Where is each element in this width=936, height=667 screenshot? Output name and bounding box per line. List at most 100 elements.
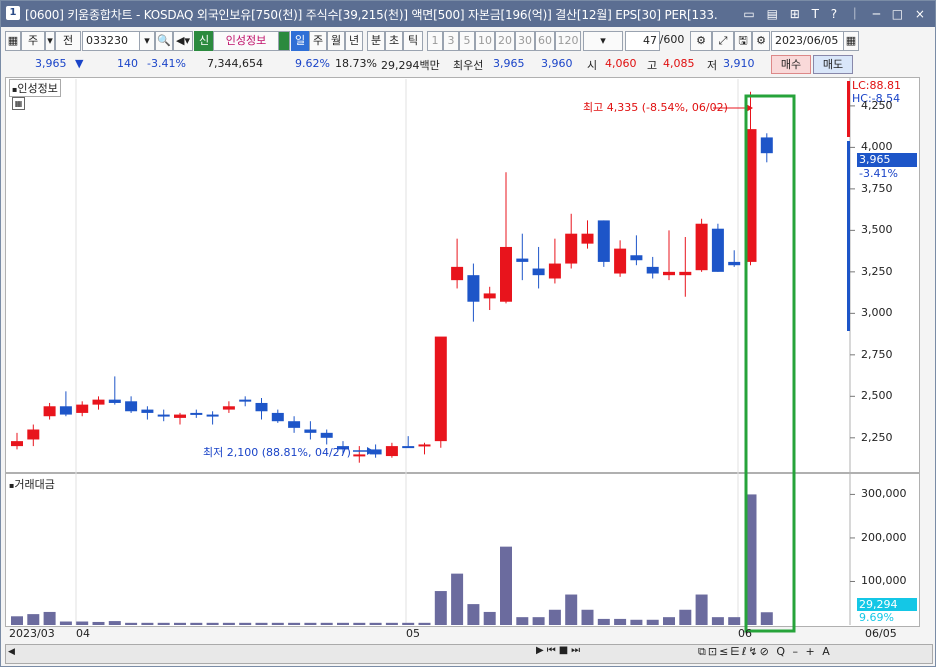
- volume-bar: [646, 619, 659, 625]
- volume-bar: [434, 591, 447, 625]
- x-label-05: 05: [406, 627, 420, 640]
- volume-bar: [548, 609, 561, 625]
- price-tick-label: 2,500: [861, 389, 893, 403]
- volume-bar: [516, 617, 529, 625]
- volume-bar: [614, 618, 627, 625]
- volume-bar: [141, 622, 154, 625]
- scroll-left-icon[interactable]: ◀: [8, 647, 15, 657]
- current-rate-marker: -3.41%: [859, 167, 898, 180]
- volume-bar: [728, 617, 741, 625]
- volume-bar: [711, 617, 724, 625]
- volume-bar: [630, 619, 643, 625]
- volume-bar: [467, 604, 480, 625]
- volume-bar: [597, 618, 610, 625]
- candle-body: [190, 412, 203, 415]
- x-label-04: 04: [76, 627, 90, 640]
- candle-body: [597, 220, 610, 262]
- current-price-marker: 3,965: [857, 153, 917, 167]
- candle-body: [483, 293, 496, 299]
- volume-bar: [222, 622, 235, 625]
- candle-body: [304, 429, 317, 433]
- price-tick-label: 3,750: [861, 181, 893, 195]
- candle-body: [646, 266, 659, 274]
- candle-body: [239, 399, 252, 402]
- candle-body: [630, 255, 643, 261]
- volume-bar: [27, 614, 40, 625]
- volume-bar: [271, 622, 284, 625]
- chart-tools-icons[interactable]: ⧉⊡≤⋿ℓ↯⊘ Q – + A: [698, 645, 926, 661]
- candle-body: [728, 261, 741, 266]
- chart-window: 1 [0600] 키움종합차트 - KOSDAQ 외국인보유[750(천)] 주…: [0, 0, 936, 667]
- volume-bar: [157, 622, 170, 625]
- volume-bar: [385, 622, 398, 625]
- hc-range-bar: [847, 141, 850, 331]
- candle-body: [92, 399, 105, 405]
- horizontal-scrollbar[interactable]: ◀ ▶⏮■⏭ ⧉⊡≤⋿ℓ↯⊘ Q – + A: [5, 644, 933, 664]
- volume-bar: [288, 622, 301, 625]
- candle-body: [157, 414, 170, 417]
- volume-bar: [337, 622, 349, 625]
- volume-bar: [695, 594, 708, 625]
- volume-bar: [663, 617, 675, 625]
- candle-body: [108, 399, 121, 403]
- volume-bar: [581, 609, 594, 625]
- candle-body: [581, 233, 594, 244]
- volume-bar: [369, 622, 382, 625]
- lc-label: LC:88.81: [852, 79, 902, 92]
- x-label-06: 06: [738, 627, 752, 640]
- candle-body: [532, 268, 545, 276]
- current-volume-rate: 9.69%: [859, 611, 894, 624]
- candle-body: [59, 406, 72, 415]
- volume-bar: [125, 622, 138, 625]
- chart-canvas[interactable]: [1, 1, 936, 641]
- volume-bar: [255, 622, 268, 625]
- x-label-2023-03: 2023/03: [9, 627, 55, 640]
- volume-bar: [108, 621, 121, 625]
- candle-body: [434, 336, 447, 442]
- current-volume-marker: 29,294: [857, 598, 917, 611]
- price-tick-label: 3,000: [861, 306, 893, 320]
- candle-body: [174, 414, 186, 418]
- candle-body: [288, 421, 301, 428]
- candle-body: [27, 429, 40, 440]
- volume-bar: [304, 622, 317, 625]
- candle-body: [679, 271, 692, 276]
- candle-body: [500, 246, 512, 302]
- volume-bar: [239, 622, 252, 625]
- volume-bar: [483, 611, 496, 625]
- playback-controls[interactable]: ▶⏮■⏭: [536, 645, 616, 661]
- candle-body: [271, 412, 284, 422]
- candle-body: [451, 266, 464, 281]
- candle-body: [467, 275, 480, 302]
- lc-range-bar: [847, 81, 850, 137]
- candle-body: [385, 446, 398, 457]
- candle-body: [255, 402, 268, 412]
- candle-body: [320, 432, 333, 438]
- price-tick-label: 3,500: [861, 223, 893, 237]
- candle-body: [141, 409, 154, 413]
- price-tick-label: 3,250: [861, 264, 893, 278]
- price-tick-label: 4,250: [861, 98, 893, 112]
- candle-body: [711, 228, 724, 272]
- volume-bar: [92, 621, 105, 625]
- candle-body: [760, 137, 773, 154]
- candle-body: [125, 401, 138, 412]
- candle-body: [663, 271, 675, 276]
- volume-bar: [760, 612, 773, 625]
- high-annotation: 최고 4,335 (-8.54%, 06/02): [583, 101, 728, 114]
- volume-bar: [532, 617, 545, 625]
- candle-body: [11, 441, 23, 447]
- volume-bar: [418, 622, 431, 625]
- volume-bar: [11, 616, 23, 625]
- candle-body: [43, 406, 56, 417]
- volume-bar: [679, 609, 692, 625]
- candle-body: [206, 414, 219, 417]
- low-annotation: 최저 2,100 (88.81%, 04/27): [203, 446, 351, 459]
- volume-bar: [76, 621, 89, 625]
- volume-bar: [402, 622, 415, 625]
- volume-bar: [353, 622, 366, 625]
- candle-body: [695, 223, 708, 271]
- candle-body: [222, 406, 235, 410]
- volume-bar: [59, 621, 72, 625]
- volume-bar: [43, 611, 56, 625]
